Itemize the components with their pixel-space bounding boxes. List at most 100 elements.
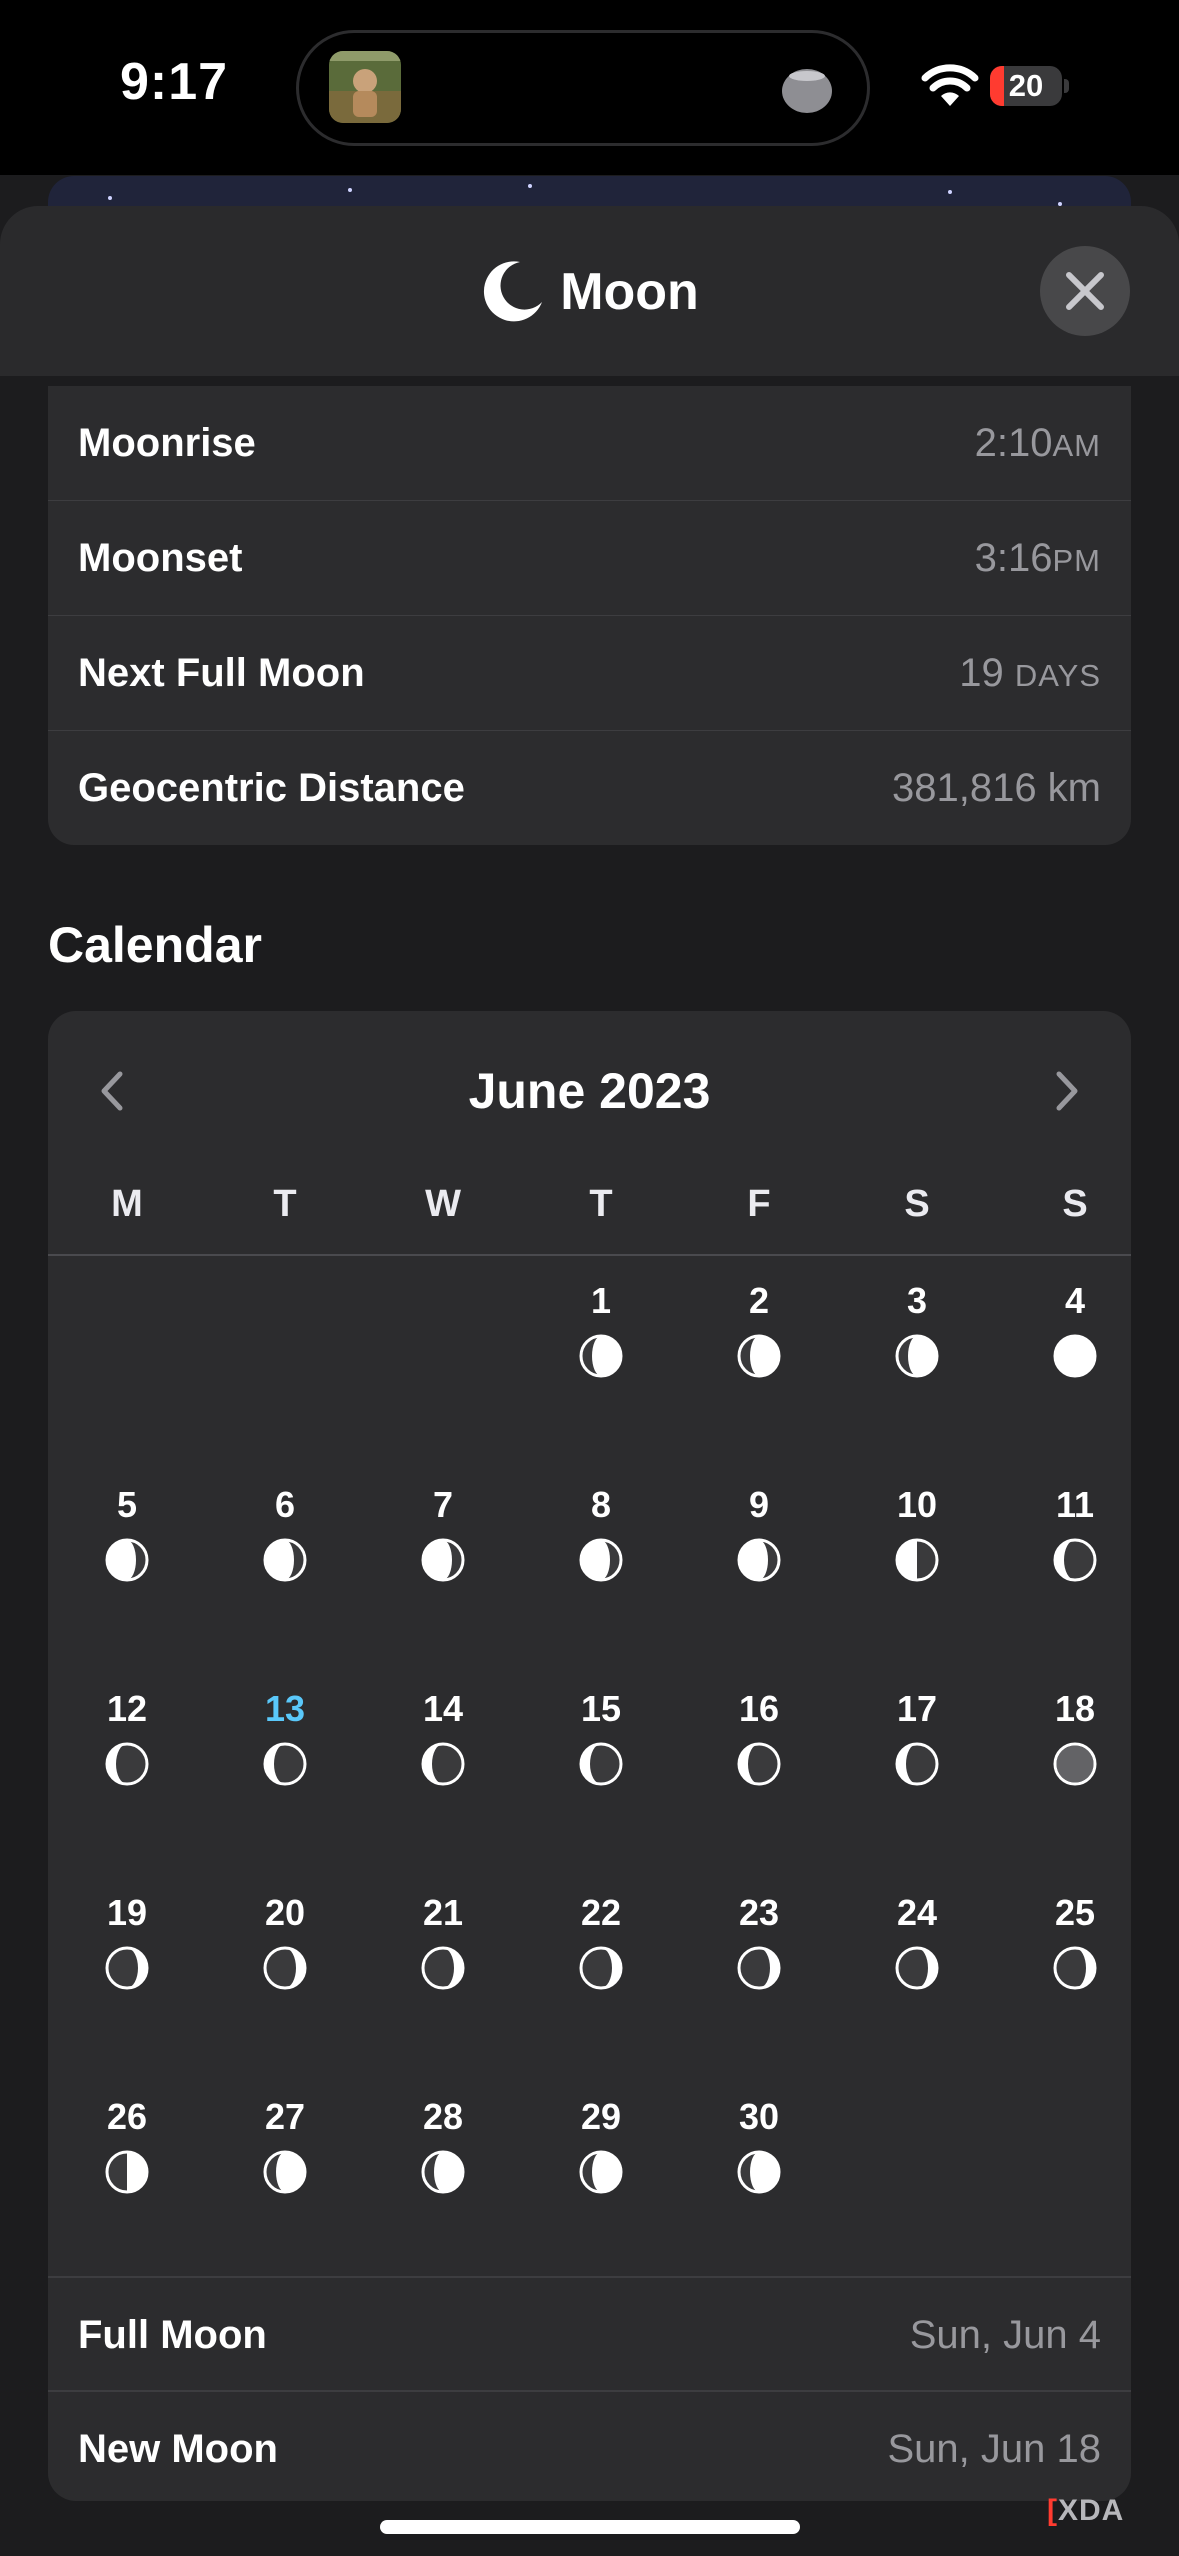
calendar-day[interactable]: 11 — [996, 1480, 1131, 1630]
next-month-button[interactable] — [1041, 1066, 1091, 1116]
moon-phase-waning-crescent-icon — [737, 1742, 781, 1786]
moon-phase-waning-gibbous-icon — [421, 1538, 465, 1582]
weekday-label: W — [425, 1183, 461, 1225]
info-value: 19 DAYS — [959, 651, 1101, 695]
moon-phase-waxing-crescent-icon — [421, 1946, 465, 1990]
moon-phase-waxing-gibbous-icon — [737, 1334, 781, 1378]
battery-icon: 20 — [990, 66, 1070, 106]
calendar-day[interactable]: 17 — [838, 1684, 996, 1834]
day-number: 12 — [106, 1688, 148, 1729]
moon-phase-waxing-gibbous-icon — [421, 2150, 465, 2194]
moon-phase-new-icon — [1053, 1742, 1097, 1786]
calendar-day[interactable]: 19 — [48, 1888, 206, 2038]
chevron-right-icon — [1056, 1071, 1078, 1111]
crescent-moon-icon — [484, 261, 543, 322]
info-label: Moonrise — [78, 421, 256, 465]
moon-phase-waning-gibbous-icon — [579, 1538, 623, 1582]
calendar-day[interactable]: 8 — [522, 1480, 680, 1630]
moon-phase-full-icon — [1053, 1334, 1097, 1378]
calendar-day[interactable]: 22 — [522, 1888, 680, 2038]
moon-phase-waning-crescent-icon — [421, 1742, 465, 1786]
day-number: 15 — [580, 1688, 622, 1729]
calendar-day[interactable]: 5 — [48, 1480, 206, 1630]
calendar-day[interactable]: 2 — [680, 1276, 838, 1426]
weekday-label: S — [1062, 1183, 1088, 1225]
month-label: June 2023 — [468, 1063, 711, 1119]
calendar-day[interactable]: 18 — [996, 1684, 1131, 1834]
day-number: 4 — [1064, 1280, 1086, 1321]
day-number: 23 — [738, 1892, 780, 1933]
day-number: 28 — [422, 2096, 464, 2137]
calendar-day[interactable]: 15 — [522, 1684, 680, 1834]
calendar-day[interactable]: 30 — [680, 2092, 838, 2242]
summary-label: Full Moon — [78, 2313, 267, 2357]
calendar-day[interactable]: 12 — [48, 1684, 206, 1834]
day-number: 18 — [1054, 1688, 1096, 1729]
moon-phase-waning-crescent-icon — [895, 1742, 939, 1786]
day-number: 3 — [906, 1280, 928, 1321]
calendar-day[interactable]: 6 — [206, 1480, 364, 1630]
moon-phase-waning-gibbous-icon — [105, 1538, 149, 1582]
calendar-day[interactable]: 23 — [680, 1888, 838, 2038]
day-number: 29 — [580, 2096, 622, 2137]
calendar-day[interactable]: 4 — [996, 1276, 1131, 1426]
summary-value: Sun, Jun 4 — [909, 2313, 1101, 2357]
calendar-day[interactable]: 20 — [206, 1888, 364, 2038]
calendar-day[interactable]: 21 — [364, 1888, 522, 2038]
calendar-day[interactable]: 9 — [680, 1480, 838, 1630]
day-number: 11 — [1055, 1484, 1095, 1525]
info-label: Geocentric Distance — [78, 766, 465, 810]
day-number: 16 — [738, 1688, 780, 1729]
day-number: 30 — [738, 2096, 780, 2137]
moon-phase-waning-crescent-icon — [105, 1742, 149, 1786]
moon-phase-waning-gibbous-icon — [263, 1538, 307, 1582]
calendar-day[interactable]: 29 — [522, 2092, 680, 2242]
calendar-day[interactable]: 13 — [206, 1684, 364, 1834]
album-art-icon[interactable] — [329, 51, 401, 123]
day-number: 26 — [106, 2096, 148, 2137]
moon-phase-waxing-gibbous-icon — [579, 2150, 623, 2194]
day-number: 19 — [106, 1892, 148, 1933]
wifi-icon — [920, 62, 980, 108]
day-number: 24 — [896, 1892, 938, 1933]
calendar-day[interactable]: 14 — [364, 1684, 522, 1834]
calendar-day[interactable]: 1 — [522, 1276, 680, 1426]
moon-phase-waning-crescent-icon — [579, 1742, 623, 1786]
calendar-day[interactable]: 16 — [680, 1684, 838, 1834]
weekday-label: T — [589, 1183, 613, 1225]
moon-phase-waxing-crescent-icon — [895, 1946, 939, 1990]
calendar-day[interactable]: 27 — [206, 2092, 364, 2242]
moon-phase-last-quarter-icon — [895, 1538, 939, 1582]
divider — [48, 1254, 1131, 1256]
close-button[interactable] — [1040, 246, 1130, 336]
summary-label: New Moon — [78, 2427, 278, 2471]
calendar-day[interactable]: 3 — [838, 1276, 996, 1426]
moon-phase-first-quarter-icon — [105, 2150, 149, 2194]
calendar-day[interactable]: 7 — [364, 1480, 522, 1630]
moon-phase-waning-crescent-icon — [1053, 1538, 1097, 1582]
dynamic-island[interactable] — [296, 30, 870, 146]
day-number: 27 — [264, 2096, 306, 2137]
sheet-title: Moon — [0, 252, 1179, 332]
calendar-day[interactable]: 24 — [838, 1888, 996, 2038]
day-number: 6 — [274, 1484, 296, 1525]
calendar-day[interactable]: 10 — [838, 1480, 996, 1630]
day-number: 22 — [580, 1892, 622, 1933]
calendar-day[interactable]: 25 — [996, 1888, 1131, 2038]
info-row-moonset: Moonset 3:16PM — [48, 500, 1131, 615]
moon-phase-waxing-gibbous-icon — [895, 1334, 939, 1378]
sheet-title-text: Moon — [560, 263, 699, 321]
info-value: 2:10AM — [974, 421, 1101, 465]
xda-watermark: [XDA — [1047, 2494, 1125, 2527]
battery-percent: 20 — [1008, 68, 1044, 103]
info-value: 381,816 km — [891, 766, 1101, 810]
moon-phase-waxing-crescent-icon — [1053, 1946, 1097, 1990]
home-indicator[interactable] — [380, 2520, 800, 2534]
calendar-day[interactable]: 28 — [364, 2092, 522, 2242]
weekday-label: M — [111, 1183, 143, 1225]
day-number: 1 — [590, 1280, 612, 1321]
close-icon — [1066, 272, 1104, 310]
info-row-geocentric-distance: Geocentric Distance 381,816 km — [48, 730, 1131, 845]
status-bar: 9:17 20 — [0, 0, 1179, 175]
calendar-day[interactable]: 26 — [48, 2092, 206, 2242]
